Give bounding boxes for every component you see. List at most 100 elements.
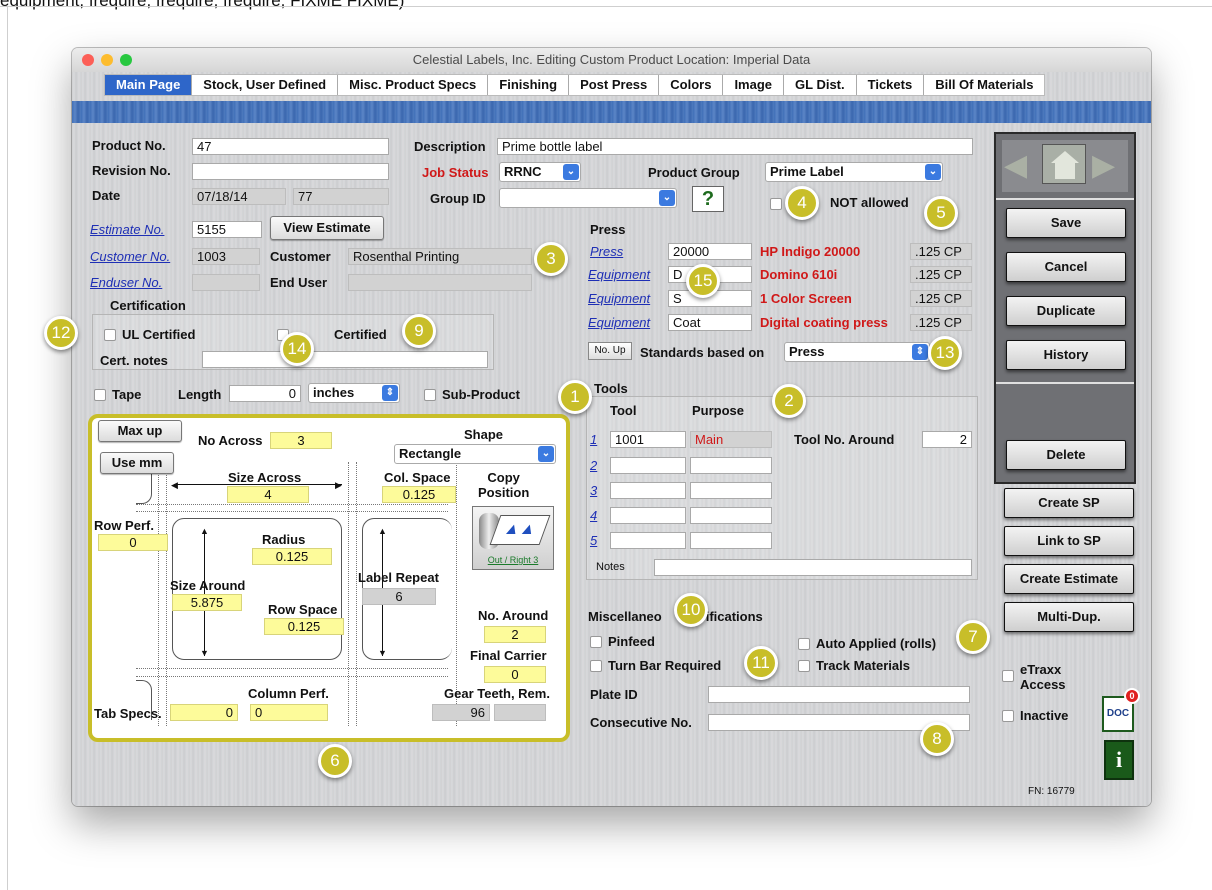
close-window-button[interactable] <box>82 54 94 66</box>
final-carrier-field[interactable]: 0 <box>484 666 546 683</box>
tool-no-around-field[interactable]: 2 <box>922 431 972 448</box>
tape-checkbox[interactable] <box>94 389 106 401</box>
tool-row-link-3[interactable]: 3 <box>590 483 597 498</box>
duplicate-button[interactable]: Duplicate <box>1006 296 1126 326</box>
history-button[interactable]: History <box>1006 340 1126 370</box>
tool-row-link-2[interactable]: 2 <box>590 458 597 473</box>
tab-bar: Main Page Stock, User Defined Misc. Prod… <box>104 74 1046 96</box>
description-field[interactable]: Prime bottle label <box>497 138 973 155</box>
tool-row-link-4[interactable]: 4 <box>590 508 597 523</box>
tool-field-2[interactable] <box>610 457 686 474</box>
tool-purpose-2[interactable] <box>690 457 772 474</box>
auto-applied-checkbox[interactable] <box>798 638 810 650</box>
ul-certified-checkbox[interactable] <box>104 329 116 341</box>
turn-bar-checkbox[interactable] <box>590 660 602 672</box>
equipment-code-field-3[interactable]: Coat <box>668 314 752 331</box>
etraxx-access-checkbox[interactable] <box>1002 670 1014 682</box>
not-allowed-checkbox[interactable] <box>770 198 782 210</box>
enduser-no-field <box>192 274 260 291</box>
col-space-field[interactable]: 0.125 <box>382 486 456 503</box>
help-icon[interactable]: ? <box>692 186 724 212</box>
tool-row-link-5[interactable]: 5 <box>590 533 597 548</box>
tool-field-1[interactable]: 1001 <box>610 431 686 448</box>
size-around-field[interactable]: 5.875 <box>172 594 242 611</box>
tools-section-title: Tools <box>594 381 628 396</box>
minimize-window-button[interactable] <box>101 54 113 66</box>
standards-select[interactable]: Press ⇕ <box>784 342 930 362</box>
revision-no-field[interactable] <box>192 163 389 180</box>
tab-tickets[interactable]: Tickets <box>857 75 925 95</box>
track-materials-checkbox[interactable] <box>798 660 810 672</box>
copy-position-button[interactable]: ▲▲ Out / Right 3 <box>472 506 554 570</box>
info-icon[interactable]: i <box>1104 740 1134 780</box>
enduser-no-link[interactable]: Enduser No. <box>90 275 162 290</box>
press-link[interactable]: Press <box>590 244 623 259</box>
tool-field-3[interactable] <box>610 482 686 499</box>
no-up-button[interactable]: No. Up <box>588 342 632 360</box>
equipment-link-3[interactable]: Equipment <box>588 315 650 330</box>
no-across-field[interactable]: 3 <box>270 432 332 449</box>
estimate-no-link[interactable]: Estimate No. <box>90 222 164 237</box>
tab-gl-dist[interactable]: GL Dist. <box>784 75 857 95</box>
delete-button[interactable]: Delete <box>1006 440 1126 470</box>
callout-badge: 2 <box>772 384 806 418</box>
tool-row-link-1[interactable]: 1 <box>590 432 597 447</box>
press-code-field[interactable]: 20000 <box>668 243 752 260</box>
create-estimate-button[interactable]: Create Estimate <box>1004 564 1134 594</box>
tab-bill-of-materials[interactable]: Bill Of Materials <box>924 75 1044 95</box>
tool-field-5[interactable] <box>610 532 686 549</box>
zoom-window-button[interactable] <box>120 54 132 66</box>
size-across-field[interactable]: 4 <box>227 486 309 503</box>
next-arrow-icon[interactable]: ▶ <box>1092 148 1115 184</box>
link-to-sp-button[interactable]: Link to SP <box>1004 526 1134 556</box>
radius-field[interactable]: 0.125 <box>252 548 332 565</box>
tab-misc-product-specs[interactable]: Misc. Product Specs <box>338 75 489 95</box>
equipment-link-2[interactable]: Equipment <box>588 291 650 306</box>
tool-purpose-3[interactable] <box>690 482 772 499</box>
view-estimate-button[interactable]: View Estimate <box>270 216 384 240</box>
length-field[interactable]: 0 <box>229 385 301 402</box>
cert-notes-field[interactable] <box>202 351 488 368</box>
create-sp-button[interactable]: Create SP <box>1004 488 1134 518</box>
product-group-select[interactable]: Prime Label ⌄ <box>765 162 943 182</box>
length-unit-select[interactable]: inches ⇕ <box>308 383 400 403</box>
product-no-label: Product No. <box>92 138 166 153</box>
previous-arrow-icon[interactable]: ◀ <box>1004 148 1027 184</box>
plate-id-field[interactable] <box>708 686 970 703</box>
column-perf-field[interactable]: 0 <box>250 704 328 721</box>
group-id-select[interactable]: ⌄ <box>499 188 677 208</box>
customer-no-link[interactable]: Customer No. <box>90 249 170 264</box>
no-around-field[interactable]: 2 <box>484 626 546 643</box>
shape-select[interactable]: Rectangle ⌄ <box>394 444 556 464</box>
end-user-label: End User <box>270 275 328 290</box>
tab-stock-user-defined[interactable]: Stock, User Defined <box>192 75 339 95</box>
equipment-link-1[interactable]: Equipment <box>588 267 650 282</box>
estimate-no-field[interactable]: 5155 <box>192 221 262 238</box>
home-icon[interactable] <box>1042 144 1086 184</box>
save-button[interactable]: Save <box>1006 208 1126 238</box>
tab-finishing[interactable]: Finishing <box>488 75 570 95</box>
sub-product-checkbox[interactable] <box>424 389 436 401</box>
tab-specs-field[interactable]: 0 <box>170 704 238 721</box>
tab-image[interactable]: Image <box>723 75 785 95</box>
press-name: HP Indigo 20000 <box>760 244 861 259</box>
tool-field-4[interactable] <box>610 507 686 524</box>
inactive-checkbox[interactable] <box>1002 710 1014 722</box>
tab-colors[interactable]: Colors <box>659 75 724 95</box>
job-status-select[interactable]: RRNC ⌄ <box>499 162 581 182</box>
pinfeed-checkbox[interactable] <box>590 636 602 648</box>
tab-post-press[interactable]: Post Press <box>569 75 660 95</box>
tool-purpose-5[interactable] <box>690 532 772 549</box>
use-mm-button[interactable]: Use mm <box>100 452 174 474</box>
row-space-field[interactable]: 0.125 <box>264 618 344 635</box>
tool-purpose-4[interactable] <box>690 507 772 524</box>
row-perf-field[interactable]: 0 <box>98 534 168 551</box>
product-no-field[interactable]: 47 <box>192 138 389 155</box>
length-unit-value: inches <box>313 385 355 400</box>
tab-main-page[interactable]: Main Page <box>105 75 193 95</box>
cancel-button[interactable]: Cancel <box>1006 252 1126 282</box>
callout-badge: 13 <box>928 336 962 370</box>
max-up-button[interactable]: Max up <box>98 420 182 442</box>
multi-dup-button[interactable]: Multi-Dup. <box>1004 602 1134 632</box>
tools-notes-field[interactable] <box>654 559 972 576</box>
